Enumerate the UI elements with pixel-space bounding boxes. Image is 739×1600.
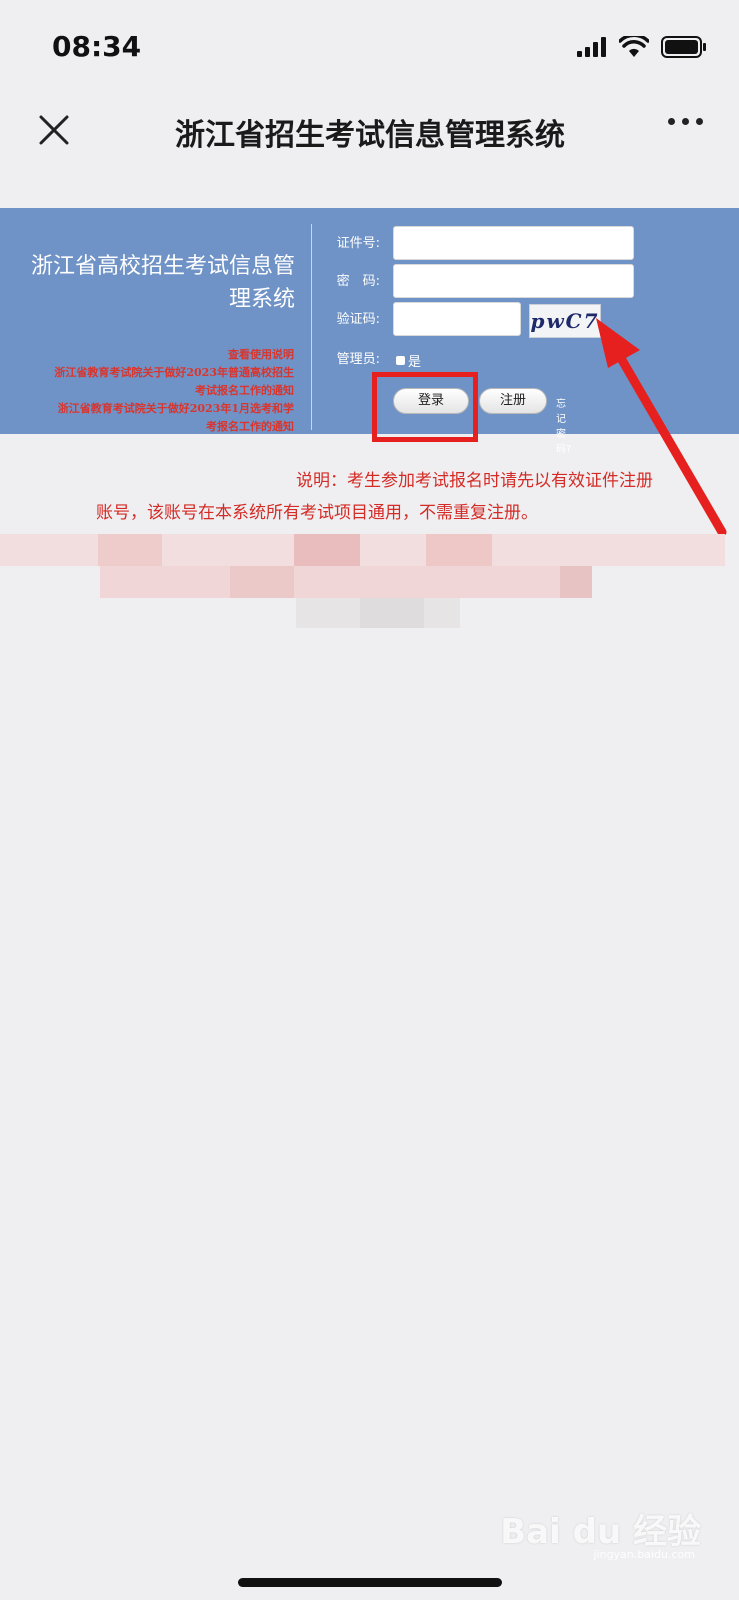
- cellular-signal-icon: [577, 37, 606, 57]
- status-icons: [577, 36, 707, 58]
- admin-option-label: 是: [408, 355, 422, 370]
- id-number-input[interactable]: [393, 226, 634, 260]
- system-title-line2: 理系统: [228, 287, 295, 312]
- status-bar: 08:34: [0, 0, 739, 90]
- pixelated-region: [0, 520, 739, 660]
- captcha-label: 验证码:: [336, 312, 380, 327]
- close-icon[interactable]: [36, 112, 72, 148]
- notice-link-2023-registration-cont[interactable]: 考试报名工作的通知: [0, 382, 294, 400]
- watermark-logo: Bai du 经验: [500, 1512, 701, 1552]
- battery-icon: [661, 36, 706, 58]
- notice-link-2023-registration[interactable]: 浙江省教育考试院关于做好2023年普通高校招生: [0, 364, 294, 382]
- watermark-url: jingyan.baidu.com: [593, 1548, 695, 1561]
- register-button[interactable]: 注册: [479, 388, 547, 414]
- password-label: 密 码:: [336, 274, 380, 289]
- id-label: 证件号:: [336, 236, 380, 251]
- status-time: 08:34: [52, 30, 142, 63]
- more-icon[interactable]: [668, 118, 703, 125]
- home-indicator[interactable]: [238, 1578, 502, 1587]
- divider: [311, 224, 312, 430]
- notice-link-2023-jan-exam[interactable]: 浙江省教育考试院关于做好2023年1月选考和学: [0, 400, 294, 418]
- notice-links: 查看使用说明 浙江省教育考试院关于做好2023年普通高校招生 考试报名工作的通知…: [0, 346, 294, 436]
- captcha-image[interactable]: pwC7: [529, 304, 601, 338]
- system-title-line1: 浙江省高校招生考试信息管: [30, 254, 295, 279]
- admin-checkbox[interactable]: [396, 356, 405, 365]
- wifi-icon: [619, 36, 649, 57]
- login-banner: 浙江省高校招生考试信息管 理系统 查看使用说明 浙江省教育考试院关于做好2023…: [0, 208, 739, 455]
- admin-label: 管理员:: [336, 352, 380, 367]
- notice-link-2023-jan-exam-cont[interactable]: 考报名工作的通知: [0, 418, 294, 436]
- notice-link-manual[interactable]: 查看使用说明: [0, 346, 294, 364]
- captcha-input[interactable]: [393, 302, 521, 336]
- nav-bar: 浙江省招生考试信息管理系统: [0, 90, 739, 170]
- description-line1: 说明：考生参加考试报名时请先以有效证件注册: [296, 471, 653, 491]
- forgot-password-link[interactable]: 忘记密码?: [556, 395, 571, 455]
- password-input[interactable]: [393, 264, 634, 298]
- login-highlight-box: [372, 372, 478, 442]
- system-title: 浙江省高校招生考试信息管 理系统: [0, 250, 295, 316]
- page-title: 浙江省招生考试信息管理系统: [175, 118, 565, 153]
